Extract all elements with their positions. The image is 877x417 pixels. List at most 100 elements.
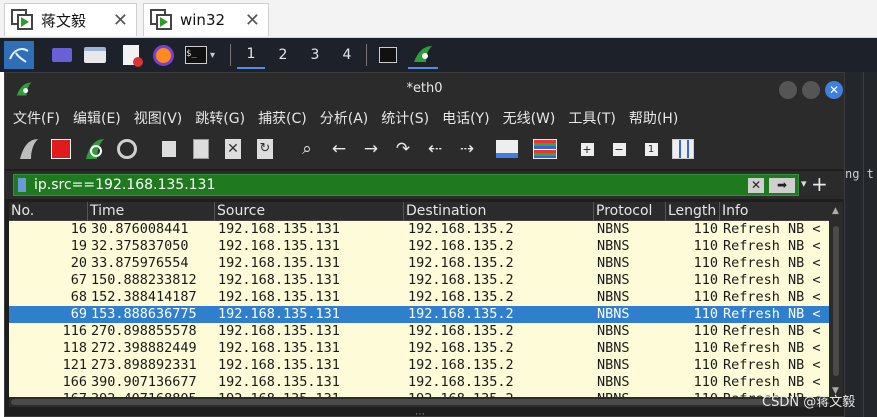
packet-row[interactable]: 118 272.398882449 192.168.135.131 192.168.1… xyxy=(9,340,829,357)
host-tab-win32[interactable]: win32 ✕ xyxy=(143,3,269,36)
filter-history-dropdown-icon[interactable]: ▾ xyxy=(801,177,807,190)
go-to-packet-icon[interactable]: ↷ xyxy=(389,135,417,163)
column-protocol[interactable]: Protocol xyxy=(594,202,666,221)
packet-length: 110 xyxy=(693,340,718,356)
workspace-4[interactable]: 4 xyxy=(333,41,361,69)
packet-row[interactable]: 116 270.898855578 192.168.135.131 192.168.1… xyxy=(9,323,829,340)
packet-list-horizontal-scrollbar[interactable] xyxy=(9,397,829,407)
close-file-icon[interactable]: ✕ xyxy=(219,135,247,163)
display-filter-bar: ip.src==192.168.135.131 ✕ ➡ ▾ + xyxy=(5,171,844,199)
menu-go[interactable]: 跳转(G) xyxy=(195,108,245,128)
stop-capture-icon[interactable] xyxy=(47,135,75,163)
packet-list-header: No. Time Source Destination Protocol Len… xyxy=(9,202,829,221)
menu-file[interactable]: 文件(F) xyxy=(13,108,60,128)
packet-time: 273.898892331 xyxy=(91,357,197,373)
scroll-up-icon[interactable]: ▲ xyxy=(832,206,839,216)
menu-telephony[interactable]: 电话(Y) xyxy=(442,108,489,128)
packet-row[interactable]: 20 33.875976554 192.168.135.131 192.168.135… xyxy=(9,255,829,272)
firefox-icon[interactable] xyxy=(150,41,176,69)
minimize-button[interactable] xyxy=(779,81,797,99)
kali-menu-icon[interactable] xyxy=(4,41,34,69)
menu-wireless[interactable]: 无线(W) xyxy=(503,108,556,128)
close-button[interactable]: ✕ xyxy=(825,81,843,99)
terminal-menu-icon[interactable]: $_ ▾ xyxy=(180,41,220,69)
wireshark-window: *eth0 ✕ 文件(F) 编辑(E) 视图(V) 跳转(G) 捕获(C) 分析… xyxy=(4,72,845,417)
go-forward-icon[interactable]: → xyxy=(357,135,385,163)
scrollbar-thumb[interactable] xyxy=(11,399,791,405)
add-filter-button-icon[interactable]: + xyxy=(811,172,828,196)
menu-analyze[interactable]: 分析(A) xyxy=(320,108,369,128)
close-icon[interactable]: ✕ xyxy=(113,10,128,31)
zoom-out-icon[interactable]: − xyxy=(605,135,633,163)
packet-protocol: NBNS xyxy=(597,306,630,322)
reload-file-icon[interactable]: ↻ xyxy=(251,135,279,163)
packet-destination: 192.168.135.2 xyxy=(408,340,514,356)
clear-filter-icon[interactable]: ✕ xyxy=(748,178,764,193)
desktop-icon[interactable] xyxy=(50,41,74,69)
open-file-icon[interactable] xyxy=(155,135,183,163)
packet-list: 16 30.876008441 192.168.135.131 192.168.135… xyxy=(9,221,829,397)
menu-help[interactable]: 帮助(H) xyxy=(629,108,678,128)
go-first-packet-icon[interactable]: ⇠ xyxy=(421,135,449,163)
packet-no: 68 xyxy=(70,289,87,305)
autoscroll-icon[interactable] xyxy=(493,135,521,163)
go-last-packet-icon[interactable]: ⇢ xyxy=(453,135,481,163)
packet-destination: 192.168.135.2 xyxy=(408,238,514,254)
packet-row[interactable]: 166 390.907136677 192.168.135.131 192.168.1… xyxy=(9,374,829,391)
packet-row[interactable]: 67 150.888233812 192.168.135.131 192.168.13… xyxy=(9,272,829,289)
menu-capture[interactable]: 捕获(C) xyxy=(258,108,307,128)
close-icon[interactable]: ✕ xyxy=(245,10,260,31)
wireshark-taskbar-icon[interactable] xyxy=(408,41,438,69)
host-tab-jiangwenyi[interactable]: 蒋文毅 ✕ xyxy=(4,3,137,36)
bookmark-icon[interactable] xyxy=(18,178,26,192)
colorize-icon[interactable] xyxy=(531,135,559,163)
scrollbar-thumb[interactable] xyxy=(833,226,839,376)
column-no[interactable]: No. xyxy=(9,202,88,221)
packet-row[interactable]: 68 152.388414187 192.168.135.131 192.168.13… xyxy=(9,289,829,306)
menu-view[interactable]: 视图(V) xyxy=(134,108,183,128)
text-editor-icon[interactable] xyxy=(118,41,144,69)
packet-protocol: NBNS xyxy=(597,357,630,373)
menu-tools[interactable]: 工具(T) xyxy=(568,108,615,128)
display-filter-value[interactable]: ip.src==192.168.135.131 xyxy=(34,177,215,193)
capture-options-gear-icon[interactable] xyxy=(113,135,141,163)
column-length[interactable]: Length xyxy=(666,202,720,221)
zoom-in-icon[interactable]: + xyxy=(573,135,601,163)
pane-splitter-handle[interactable]: ⋯ xyxy=(415,409,425,417)
normal-size-icon[interactable]: 1 xyxy=(637,135,665,163)
packet-row[interactable]: 121 273.898892331 192.168.135.131 192.168.1… xyxy=(9,357,829,374)
packet-info: Refresh NB < xyxy=(723,374,821,390)
packet-destination: 192.168.135.2 xyxy=(408,306,514,322)
packet-row[interactable]: 69 153.888636775 192.168.135.131 192.168.13… xyxy=(9,306,829,323)
column-info[interactable]: Info xyxy=(720,202,829,221)
packet-length: 110 xyxy=(693,289,718,305)
window-titlebar[interactable]: *eth0 ✕ xyxy=(5,73,844,105)
menu-edit[interactable]: 编辑(E) xyxy=(73,108,121,128)
save-file-icon[interactable] xyxy=(187,135,215,163)
packet-time: 150.888233812 xyxy=(91,272,197,288)
display-filter-input[interactable]: ip.src==192.168.135.131 ✕ ➡ ▾ xyxy=(13,174,807,196)
go-back-icon[interactable]: ← xyxy=(325,135,353,163)
apply-filter-icon[interactable]: ➡ xyxy=(769,178,795,193)
column-destination[interactable]: Destination xyxy=(404,202,594,221)
workspace-2[interactable]: 2 xyxy=(269,41,297,69)
packet-list-vertical-scrollbar[interactable]: ▲ ▼ xyxy=(829,202,843,398)
folder-icon[interactable] xyxy=(82,41,108,69)
column-time[interactable]: Time xyxy=(88,202,215,221)
resize-columns-icon[interactable] xyxy=(669,135,697,163)
terminal-window-icon[interactable] xyxy=(375,41,401,69)
maximize-button[interactable] xyxy=(802,81,820,99)
menu-statistics[interactable]: 统计(S) xyxy=(381,108,429,128)
workspace-1[interactable]: 1 xyxy=(237,41,265,69)
packet-destination: 192.168.135.2 xyxy=(408,272,514,288)
desktop-background: ng t xyxy=(845,72,877,417)
start-capture-icon[interactable] xyxy=(15,135,43,163)
workspace-3[interactable]: 3 xyxy=(301,41,329,69)
packet-row[interactable]: 16 30.876008441 192.168.135.131 192.168.135… xyxy=(9,221,829,238)
packet-row[interactable]: 19 32.375837050 192.168.135.131 192.168.135… xyxy=(9,238,829,255)
packet-time: 153.888636775 xyxy=(91,306,197,322)
find-packet-icon[interactable]: ⌕ xyxy=(293,135,321,163)
restart-capture-icon[interactable] xyxy=(81,135,109,163)
column-source[interactable]: Source xyxy=(215,202,404,221)
packet-source: 192.168.135.131 xyxy=(218,340,340,356)
